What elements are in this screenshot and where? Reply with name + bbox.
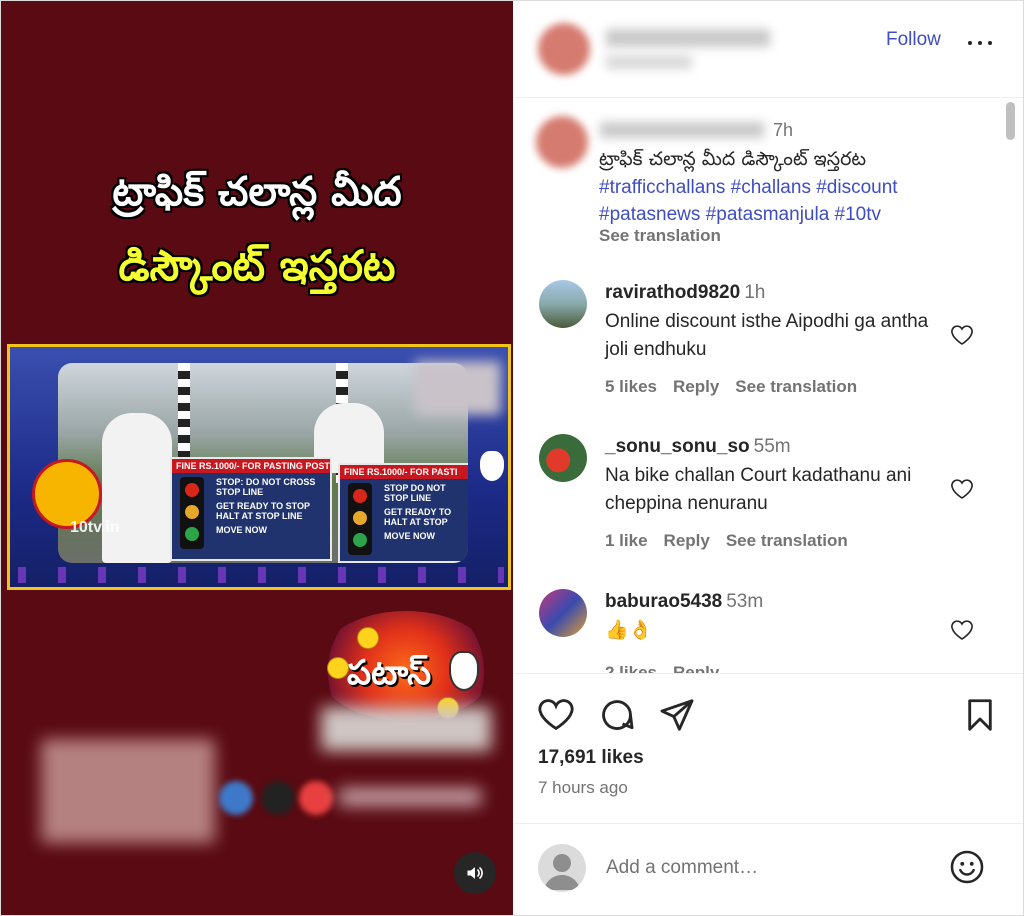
mute-button[interactable] <box>454 852 496 894</box>
comment-item: baburao5438 53m 👍👌 2 likes Reply <box>514 583 1004 673</box>
bookmark-icon[interactable] <box>961 696 999 734</box>
video-frame: FINE RS.1000/- FOR PASTING POSTERS STOP:… <box>7 344 511 590</box>
youtube-icon <box>299 781 333 815</box>
hashtag-line[interactable]: #patasnews #patasmanjula #10tv <box>599 201 979 228</box>
caption-hashtags: #trafficchallans #challans #discount #pa… <box>599 174 979 228</box>
comment-like-heart-icon[interactable] <box>950 478 974 500</box>
hashtag-line[interactable]: #trafficchallans #challans #discount <box>599 174 979 201</box>
comment-meta: 5 likes Reply See translation <box>605 377 873 397</box>
commenter-username[interactable]: baburao5438 <box>605 591 722 612</box>
comment-item: _sonu_sonu_so 55m Na bike challan Court k… <box>514 428 1004 568</box>
laugh-emoji-icon <box>327 657 349 679</box>
caption-time: 7h <box>773 120 794 140</box>
sign-header: FINE RS.1000/- FOR PASTING POSTERS <box>172 459 330 473</box>
theatre-mask-icon <box>480 451 504 481</box>
author-username-blurred[interactable] <box>606 29 770 47</box>
see-translation-link[interactable]: See translation <box>599 226 721 246</box>
comment-like-heart-icon[interactable] <box>950 324 974 346</box>
comment-header: ravirathod9820 1h <box>605 282 765 304</box>
post-actions: 17,691 likes 7 hours ago <box>514 673 1023 823</box>
comment-time: 53m <box>726 591 764 612</box>
patas-logo: పటాస్ <box>317 611 495 721</box>
sign-header: FINE RS.1000/- FOR PASTI <box>340 465 468 479</box>
send-icon[interactable] <box>658 696 696 734</box>
blurred-region <box>41 739 215 843</box>
traffic-light-icon <box>180 477 204 549</box>
comments-list[interactable]: 7h ట్రాఫిక్ చలాన్ల మీద డిస్కౌంట్ ఇస్తరట … <box>514 98 1023 673</box>
current-user-avatar <box>538 844 586 892</box>
comment-time: 55m <box>753 436 791 457</box>
add-comment-input[interactable] <box>606 854 926 882</box>
media-title-line2: డిస్కౌంట్ ఇస్తరట <box>118 241 396 290</box>
traffic-police-person <box>102 413 172 563</box>
speaker-icon <box>467 867 483 879</box>
comment-meta: 1 like Reply See translation <box>605 531 864 551</box>
stage-lights <box>18 567 504 583</box>
author-avatar[interactable] <box>536 116 588 168</box>
x-icon <box>261 781 295 815</box>
more-options-icon[interactable] <box>966 37 996 49</box>
reply-button[interactable]: Reply <box>664 531 710 550</box>
media-title-line1: ట్రాఫిక్ చలాన్ల మీద <box>112 169 402 215</box>
scrollbar[interactable] <box>1006 102 1015 140</box>
blurred-region <box>321 707 491 751</box>
comment-likes-link[interactable]: 1 like <box>605 531 648 550</box>
comment-header: baburao5438 53m <box>605 591 763 613</box>
comment-header: _sonu_sonu_so 55m <box>605 436 791 458</box>
commenter-avatar[interactable] <box>539 589 587 637</box>
post-side-panel: Follow 7h ట్రాఫిక్ చలాన్ల మీద డిస్కౌంట్ … <box>514 1 1023 915</box>
follow-button[interactable]: Follow <box>886 29 941 51</box>
add-comment-bar <box>514 823 1023 915</box>
post-media[interactable]: ట్రాఫిక్ చలాన్ల మీద డిస్కౌంట్ ఇస్తరట FIN… <box>1 1 513 915</box>
audio-label-blurred[interactable] <box>606 55 692 69</box>
traffic-sign-board: FINE RS.1000/- FOR PASTING POSTERS STOP:… <box>170 457 332 561</box>
reply-button[interactable]: Reply <box>673 377 719 396</box>
traffic-sign-board: FINE RS.1000/- FOR PASTI STOP DO NOT STO… <box>338 463 468 563</box>
comment-time: 1h <box>744 282 766 303</box>
comment-like-heart-icon[interactable] <box>950 619 974 641</box>
laugh-emoji-icon <box>357 627 379 649</box>
comment-meta: 2 likes Reply <box>605 663 735 673</box>
comment-likes-link[interactable]: 5 likes <box>605 377 657 396</box>
heart-icon[interactable] <box>537 696 575 734</box>
theatre-mask-icon <box>449 651 479 691</box>
smiley-icon[interactable] <box>948 848 986 886</box>
blurred-region <box>415 361 501 415</box>
comment-icon[interactable] <box>598 696 636 734</box>
commenter-avatar[interactable] <box>539 434 587 482</box>
post-time-ago: 7 hours ago <box>538 778 628 797</box>
commenter-username[interactable]: ravirathod9820 <box>605 282 740 303</box>
comment-item: ravirathod9820 1h Online discount isthe A… <box>514 274 1004 414</box>
likes-count[interactable]: 17,691 likes <box>538 747 644 769</box>
author-avatar[interactable] <box>538 23 590 75</box>
caption-text: ట్రాఫిక్ చలాన్ల మీద డిస్కౌంట్ ఇస్తరట <box>599 148 867 170</box>
channel-watermark: 10tv.in <box>70 519 120 536</box>
comment-text: Online discount isthe Aipodhi ga antha j… <box>605 311 929 360</box>
default-avatar-icon <box>544 854 580 890</box>
comment-likes-link[interactable]: 2 likes <box>605 663 657 673</box>
author-username-blurred[interactable] <box>600 122 764 138</box>
logo-text: పటాస్ <box>347 653 432 693</box>
facebook-icon <box>219 781 253 815</box>
commenter-avatar[interactable] <box>539 280 587 328</box>
traffic-light-icon <box>348 483 372 555</box>
blurred-handle <box>339 788 481 806</box>
post-header: Follow <box>514 1 1023 98</box>
reply-button[interactable]: Reply <box>673 663 719 673</box>
commenter-username[interactable]: _sonu_sonu_so <box>605 436 750 457</box>
comment-text: 👍👌 <box>605 620 653 641</box>
video-scene: FINE RS.1000/- FOR PASTING POSTERS STOP:… <box>58 363 468 563</box>
comment-text: Na bike challan Court kadathanu ani chep… <box>605 465 912 514</box>
see-translation-link[interactable]: See translation <box>735 377 857 396</box>
see-translation-link[interactable]: See translation <box>726 531 848 550</box>
